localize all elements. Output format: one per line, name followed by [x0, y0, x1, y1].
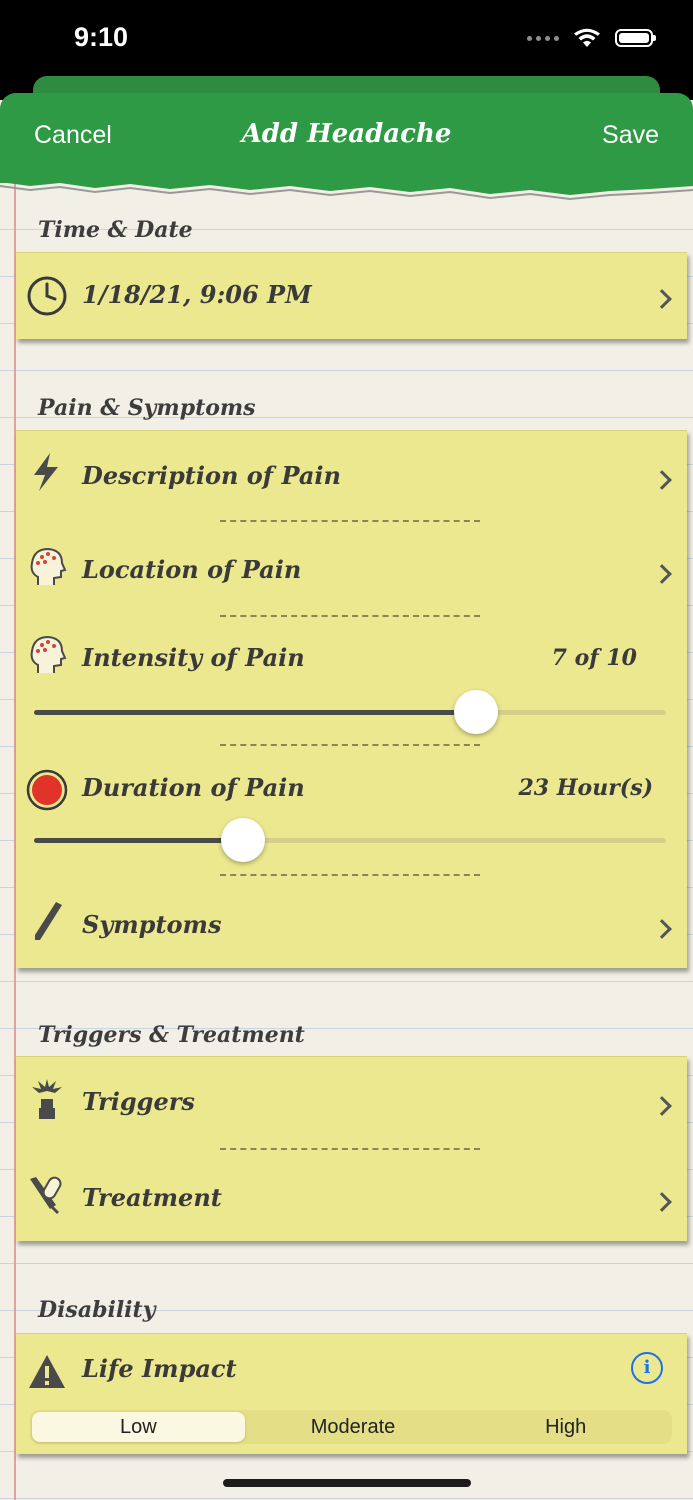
- head-icon: [30, 635, 67, 673]
- life-impact-label: Life Impact: [82, 1354, 237, 1383]
- torn-paper-edge: [0, 180, 693, 201]
- red-circle-icon: [26, 769, 68, 811]
- dashed-divider: [220, 1148, 480, 1150]
- intensity-slider[interactable]: [34, 690, 666, 734]
- lightning-icon: [34, 453, 58, 491]
- triggers-row[interactable]: Triggers: [16, 1063, 687, 1143]
- disability-card: Life Impact i Low Moderate High: [16, 1333, 687, 1454]
- chevron-right-icon: [652, 470, 672, 490]
- wifi-icon: [574, 28, 600, 47]
- location-row[interactable]: Location of Pain: [16, 531, 687, 611]
- pill-syringe-icon: [30, 1176, 62, 1215]
- duration-value: 23 Hour(s): [518, 775, 653, 801]
- treatment-row[interactable]: Treatment: [16, 1159, 687, 1239]
- clock-icon: [27, 276, 67, 316]
- location-label: Location of Pain: [82, 555, 302, 584]
- battery-icon: [615, 29, 656, 47]
- intensity-slider-fill: [34, 710, 477, 715]
- triggers-label: Triggers: [82, 1087, 195, 1116]
- page-title: Add Headache: [241, 119, 452, 149]
- duration-row: Duration of Pain 23 Hour(s): [16, 749, 687, 874]
- intensity-value: 7 of 10: [551, 645, 637, 671]
- burst-person-icon: [32, 1079, 62, 1119]
- cellular-icon: [527, 35, 559, 41]
- section-title-time-date: Time & Date: [38, 217, 193, 243]
- segment-moderate[interactable]: Moderate: [247, 1410, 460, 1444]
- warning-icon: [29, 1355, 65, 1388]
- intensity-slider-thumb[interactable]: [454, 690, 499, 734]
- time-date-card: 1/18/21, 9:06 PM: [16, 252, 687, 339]
- pain-card: Description of Pain Location of Pain Int…: [16, 430, 687, 968]
- life-impact-segmented-control: Low Moderate High: [30, 1410, 672, 1444]
- dashed-divider: [220, 874, 480, 876]
- status-icons: [527, 28, 656, 48]
- navigation-bar: Cancel Add Headache Save: [0, 93, 693, 183]
- treatment-label: Treatment: [82, 1183, 222, 1212]
- section-title-triggers-treatment: Triggers & Treatment: [38, 1022, 305, 1048]
- save-button[interactable]: Save: [602, 121, 659, 150]
- intensity-row: Intensity of Pain 7 of 10: [16, 619, 687, 744]
- head-icon: [30, 547, 67, 585]
- duration-slider-thumb[interactable]: [220, 818, 265, 862]
- dashed-divider: [220, 615, 480, 617]
- pen-icon: [35, 902, 62, 940]
- triggers-treatment-card: Triggers Treatment: [16, 1056, 687, 1241]
- date-value: 1/18/21, 9:06 PM: [82, 280, 312, 309]
- duration-slider-fill: [34, 838, 243, 843]
- symptoms-row[interactable]: Symptoms: [16, 886, 687, 966]
- segment-low[interactable]: Low: [32, 1412, 245, 1442]
- description-label: Description of Pain: [82, 461, 341, 490]
- symptoms-label: Symptoms: [82, 910, 222, 939]
- intensity-label: Intensity of Pain: [82, 643, 305, 672]
- chevron-right-icon: [652, 919, 672, 939]
- chevron-right-icon: [652, 289, 672, 309]
- duration-label: Duration of Pain: [82, 773, 305, 802]
- description-row[interactable]: Description of Pain: [16, 435, 687, 515]
- home-indicator: [223, 1479, 471, 1487]
- dashed-divider: [220, 520, 480, 522]
- date-row[interactable]: 1/18/21, 9:06 PM: [16, 256, 687, 336]
- status-time: 9:10: [74, 22, 129, 52]
- section-title-pain: Pain & Symptoms: [38, 395, 256, 421]
- dashed-divider: [220, 744, 480, 746]
- info-icon[interactable]: i: [631, 1352, 663, 1384]
- segment-high[interactable]: High: [459, 1410, 672, 1444]
- chevron-right-icon: [652, 1192, 672, 1212]
- chevron-right-icon: [652, 1096, 672, 1116]
- chevron-right-icon: [652, 564, 672, 584]
- section-title-disability: Disability: [38, 1297, 156, 1323]
- duration-slider[interactable]: [34, 818, 666, 862]
